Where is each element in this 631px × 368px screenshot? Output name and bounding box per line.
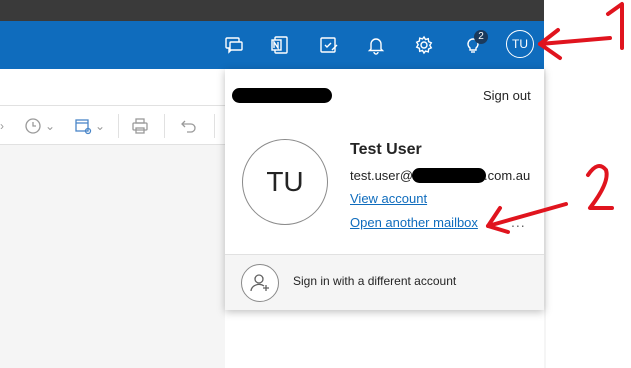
- todo-icon[interactable]: [317, 33, 341, 57]
- arrow-icon[interactable]: ›: [0, 117, 4, 135]
- right-edge: [544, 69, 546, 368]
- app-header: 2 TU: [0, 21, 544, 69]
- chat-icon[interactable]: [222, 33, 246, 57]
- account-avatar-button[interactable]: TU: [506, 30, 534, 58]
- user-avatar: TU: [242, 139, 328, 225]
- calendar-settings-icon[interactable]: ⌄: [74, 117, 105, 135]
- user-email-prefix: test.user@: [350, 168, 414, 183]
- toolbar-divider: [214, 114, 215, 138]
- open-another-mailbox-link[interactable]: Open another mailbox: [350, 215, 478, 230]
- view-account-link[interactable]: View account: [350, 191, 427, 206]
- sign-out-link[interactable]: Sign out: [483, 88, 531, 103]
- add-person-icon: [241, 264, 279, 302]
- sign-in-different-account-row[interactable]: Sign in with a different account: [225, 255, 544, 310]
- reading-toolbar: › ⌄ ⌄: [0, 105, 225, 145]
- redacted-tenant-name: [232, 88, 332, 103]
- clock-icon[interactable]: ⌄: [24, 117, 55, 135]
- page-right-margin: [544, 0, 631, 368]
- account-manager-panel: Sign out TU Test User test.user@ .com.au…: [225, 69, 544, 310]
- user-email-suffix: .com.au: [484, 168, 531, 183]
- user-name: Test User: [350, 141, 422, 158]
- bell-icon[interactable]: [364, 33, 388, 57]
- toolbar-divider: [164, 114, 165, 138]
- top-dark-bar: [0, 0, 544, 21]
- undo-icon[interactable]: [180, 117, 198, 135]
- redacted-email-domain: [412, 168, 486, 183]
- more-options-button[interactable]: ...: [511, 214, 526, 230]
- toolbar-divider: [118, 114, 119, 138]
- tips-badge: 2: [474, 30, 488, 44]
- print-icon[interactable]: [131, 117, 149, 135]
- onenote-icon[interactable]: [268, 33, 292, 57]
- sign-in-different-label: Sign in with a different account: [293, 274, 457, 288]
- gear-icon[interactable]: [412, 33, 436, 57]
- reading-pane-body: [0, 145, 225, 368]
